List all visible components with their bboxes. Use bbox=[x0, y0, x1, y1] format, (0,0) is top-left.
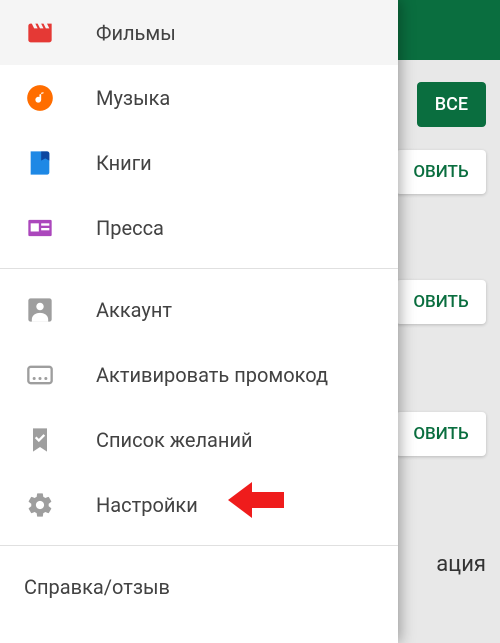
film-icon bbox=[24, 17, 56, 49]
sidebar-item-label: Активировать промокод bbox=[96, 363, 328, 387]
sidebar-item-account[interactable]: Аккаунт bbox=[0, 277, 398, 342]
news-icon bbox=[24, 212, 56, 244]
sidebar-item-label: Книги bbox=[96, 151, 152, 175]
navigation-drawer: Фильмы Музыка Книги Пресса Аккаунт Актив… bbox=[0, 0, 398, 643]
divider bbox=[0, 545, 398, 546]
install-button-partial[interactable]: ОВИТЬ bbox=[396, 280, 486, 324]
sidebar-item-movies[interactable]: Фильмы bbox=[0, 0, 398, 65]
sidebar-item-label: Фильмы bbox=[96, 21, 176, 45]
install-button-partial[interactable]: ОВИТЬ bbox=[396, 150, 486, 194]
sidebar-item-label: Аккаунт bbox=[96, 298, 172, 322]
install-button-partial[interactable]: ОВИТЬ bbox=[396, 412, 486, 456]
book-icon bbox=[24, 147, 56, 179]
sidebar-item-books[interactable]: Книги bbox=[0, 130, 398, 195]
sidebar-item-press[interactable]: Пресса bbox=[0, 195, 398, 260]
bookmark-icon bbox=[24, 424, 56, 456]
sidebar-item-wishlist[interactable]: Список желаний bbox=[0, 407, 398, 472]
sidebar-item-label: Музыка bbox=[96, 86, 170, 110]
all-chip[interactable]: ВСЕ bbox=[417, 82, 486, 127]
sidebar-item-promo[interactable]: Активировать промокод bbox=[0, 342, 398, 407]
sidebar-item-label: Настройки bbox=[96, 493, 198, 517]
card-title-partial: ация bbox=[436, 552, 486, 577]
sidebar-item-settings[interactable]: Настройки bbox=[0, 472, 398, 537]
sidebar-item-label: Справка/отзыв bbox=[24, 575, 170, 599]
divider bbox=[0, 268, 398, 269]
person-icon bbox=[24, 294, 56, 326]
gear-icon bbox=[24, 489, 56, 521]
sidebar-item-music[interactable]: Музыка bbox=[0, 65, 398, 130]
sidebar-item-label: Список желаний bbox=[96, 428, 253, 452]
music-icon bbox=[24, 82, 56, 114]
sidebar-item-label: Пресса bbox=[96, 216, 164, 240]
sidebar-item-help[interactable]: Справка/отзыв bbox=[0, 554, 398, 619]
code-icon bbox=[24, 359, 56, 391]
